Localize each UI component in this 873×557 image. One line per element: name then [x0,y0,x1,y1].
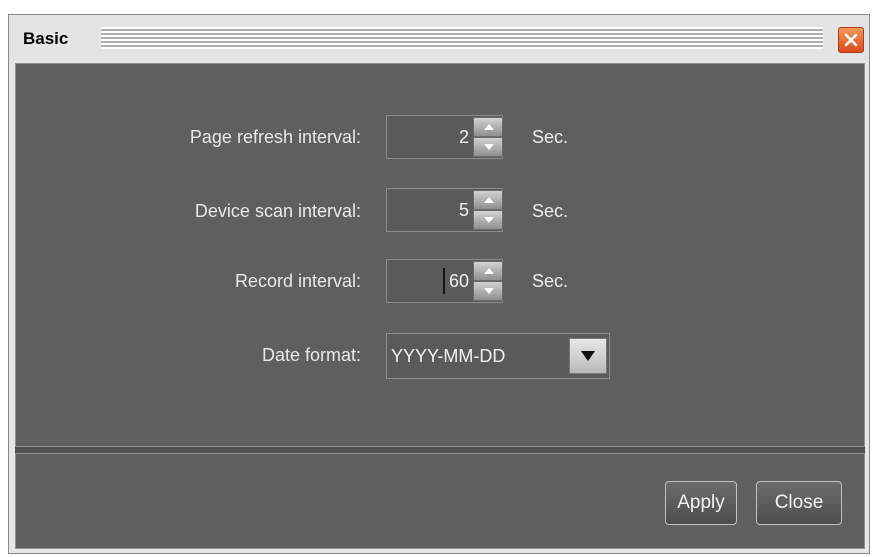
date-format-label: Date format: [261,345,361,365]
page-refresh-label: Page refresh interval: [189,127,361,147]
spin-down-icon[interactable] [473,281,503,301]
page-refresh-unit: Sec. [532,127,569,147]
dialog-title: Basic [23,29,69,48]
device-scan-value[interactable]: 5 [387,189,469,231]
date-format-value[interactable]: YYYY-MM-DD [391,334,505,378]
spin-up-icon[interactable] [473,261,503,281]
spin-down-icon[interactable] [473,210,503,230]
dropdown-arrow-icon[interactable] [569,338,607,374]
basic-settings-dialog: Basic Page refresh interval: 2 Sec. Devi… [8,14,870,554]
title-bar[interactable]: Basic [9,15,869,63]
record-interval-unit: Sec. [532,271,569,291]
spin-up-icon[interactable] [473,190,503,210]
device-scan-label: Device scan interval: [194,201,361,221]
page-refresh-value[interactable]: 2 [387,116,469,158]
record-interval-label: Record interval: [234,271,361,291]
title-bar-grip [101,27,823,49]
record-interval-spinner[interactable]: 60 [386,259,503,303]
device-scan-spinner[interactable]: 5 [386,188,503,232]
close-button[interactable]: Close [756,481,842,525]
footer-panel [15,453,865,549]
date-format-select[interactable]: YYYY-MM-DD [386,333,610,379]
spin-up-icon[interactable] [473,117,503,137]
spin-down-icon[interactable] [473,137,503,157]
device-scan-unit: Sec. [532,201,569,221]
close-icon[interactable] [838,27,864,53]
page-refresh-spinner[interactable]: 2 [386,115,503,159]
record-interval-value[interactable]: 60 [387,260,469,302]
apply-button[interactable]: Apply [665,481,737,525]
